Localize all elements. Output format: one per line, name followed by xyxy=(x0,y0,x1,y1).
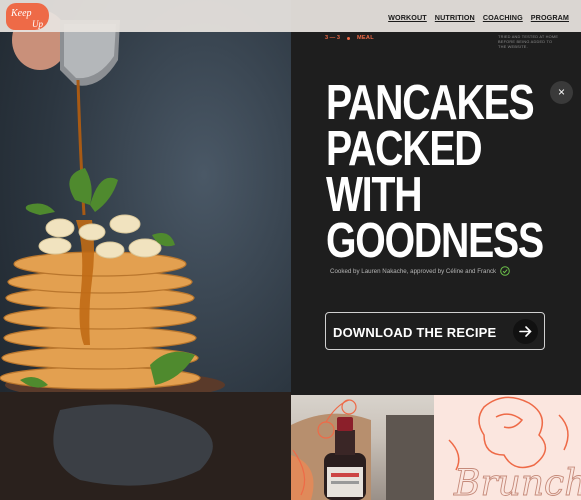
recipe-category: MEAL xyxy=(356,35,374,41)
pancake-stack-illustration xyxy=(0,10,291,500)
close-icon: × xyxy=(557,85,565,99)
recipe-title: PANCAKES PACKED WITH GOODNESS xyxy=(326,76,544,268)
recipe-credits: Cooked by Lauren Nakache, approved by Cé… xyxy=(330,268,497,275)
nav-coaching[interactable]: COACHING xyxy=(483,13,523,22)
approved-check-icon xyxy=(500,266,510,276)
separator-dot xyxy=(346,36,350,40)
keep-up-logo[interactable]: Keep Up xyxy=(6,3,49,30)
recipe-meta: 3 — 3 MEAL xyxy=(325,35,374,41)
syrup-bottle-illustration xyxy=(291,399,434,500)
hero-photo xyxy=(0,0,291,500)
keep-up-logo-mark: Keep Up xyxy=(10,8,43,29)
recipe-index: 3 — 3 xyxy=(325,35,340,41)
top-navigation-bar: Keep Up WORKOUT NUTRITION COACHING PROGR… xyxy=(0,0,581,32)
nav-nutrition[interactable]: NUTRITION xyxy=(435,13,475,22)
brunch-illustration: Brunch xyxy=(448,396,581,500)
close-button[interactable]: × xyxy=(550,81,573,104)
related-recipe-thumbnail-2[interactable]: Brunch xyxy=(434,395,581,500)
download-recipe-button[interactable]: DOWNLOAD THE RECIPE xyxy=(325,312,545,350)
brunch-script-text: Brunch xyxy=(453,463,581,500)
svg-text:Up: Up xyxy=(32,19,43,29)
tested-note: TRIED AND TESTED AT HOME BEFORE BEING AD… xyxy=(498,34,559,49)
nav-program[interactable]: PROGRAM xyxy=(531,13,569,22)
arrow-right-icon xyxy=(513,319,538,344)
download-recipe-label: DOWNLOAD THE RECIPE xyxy=(333,325,497,340)
nav-workout[interactable]: WORKOUT xyxy=(388,13,427,22)
related-recipe-thumbnail-1[interactable] xyxy=(291,395,434,500)
svg-text:Keep: Keep xyxy=(10,8,32,19)
main-nav: WORKOUT NUTRITION COACHING PROGRAM xyxy=(388,13,569,22)
